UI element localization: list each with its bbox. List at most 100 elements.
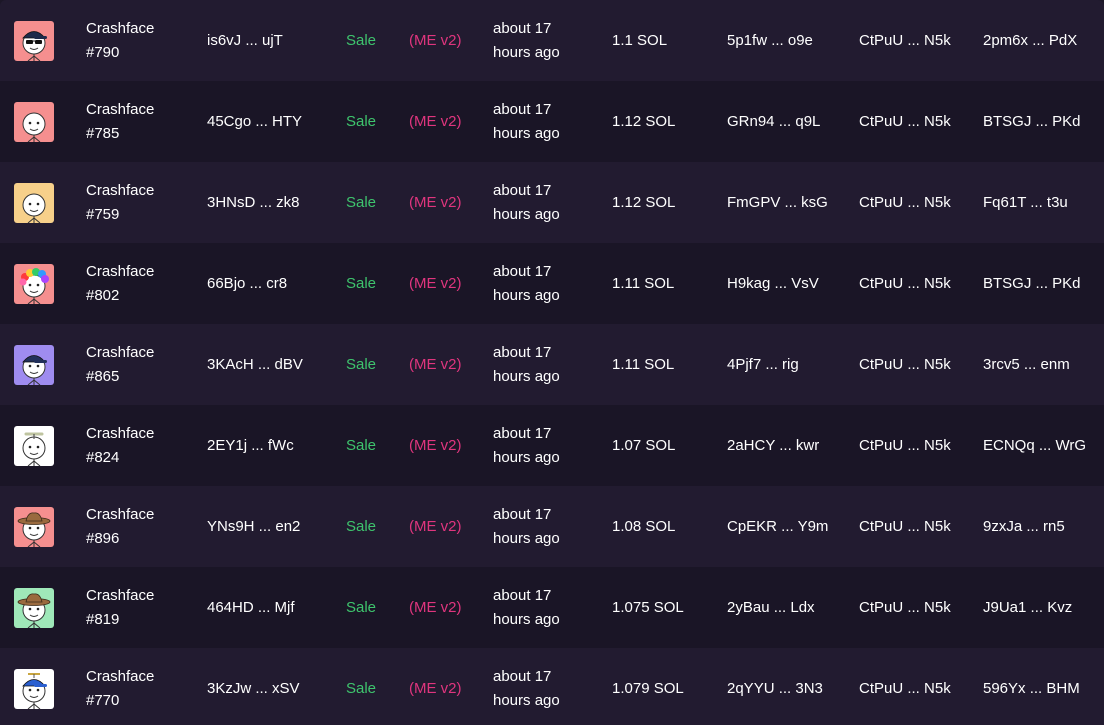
buyer-link[interactable]: 4Pjf7 ... rig (727, 324, 847, 405)
marketplace-label: (ME v2) (409, 355, 462, 373)
transaction-link[interactable]: 3HNsD ... zk8 (207, 162, 327, 243)
authority-link[interactable]: 3rcv5 ... enm (983, 324, 1101, 405)
buyer-link[interactable]: 5p1fw ... o9e (727, 0, 847, 81)
nft-thumbnail-image[interactable] (14, 263, 54, 304)
sales-table: Crashface #790 is6vJ ... ujT Sale (ME v2) abo… (0, 0, 1104, 725)
authority-link[interactable]: Fq61T ... t3u (983, 162, 1101, 243)
time-line-2: hours ago (493, 691, 560, 709)
transaction-link[interactable]: 2EY1j ... fWc (207, 405, 327, 486)
authority-link[interactable]: 2pm6x ... PdX (983, 0, 1101, 81)
nft-name[interactable]: Crashface (86, 179, 154, 203)
seller-link[interactable]: CtPuU ... N5k (859, 0, 969, 81)
transaction-link[interactable]: YNs9H ... en2 (207, 486, 327, 567)
nft-thumbnail-image[interactable] (14, 20, 54, 61)
seller-link[interactable]: CtPuU ... N5k (859, 486, 969, 567)
buyer-link[interactable]: 2yBau ... Ldx (727, 567, 847, 648)
nft-name[interactable]: Crashface (86, 341, 154, 365)
nft-name-cell[interactable]: Crashface #802 (86, 243, 186, 324)
nft-number[interactable]: #759 (86, 203, 154, 227)
nft-thumbnail-cell[interactable] (14, 81, 54, 162)
nft-number[interactable]: #790 (86, 41, 154, 65)
nft-name-cell[interactable]: Crashface #790 (86, 0, 186, 81)
authority-link[interactable]: ECNQq ... WrG (983, 405, 1101, 486)
buyer-link[interactable]: GRn94 ... q9L (727, 81, 847, 162)
seller-link[interactable]: CtPuU ... N5k (859, 405, 969, 486)
nft-number[interactable]: #770 (86, 689, 154, 713)
transaction-link[interactable]: 66Bjo ... cr8 (207, 243, 327, 324)
table-row[interactable]: Crashface #896 YNs9H ... en2 Sale (ME v2) abo… (0, 486, 1104, 567)
nft-name-cell[interactable]: Crashface #785 (86, 81, 186, 162)
table-row[interactable]: Crashface #790 is6vJ ... ujT Sale (ME v2) abo… (0, 0, 1104, 81)
table-row[interactable]: Crashface #824 2EY1j ... fWc Sale (ME v2) abo… (0, 405, 1104, 486)
time-cell: about 17 hours ago (493, 648, 593, 725)
nft-name-cell[interactable]: Crashface #824 (86, 405, 186, 486)
table-row[interactable]: Crashface #865 3KAcH ... dBV Sale (ME v2) abo… (0, 324, 1104, 405)
authority-link[interactable]: 9zxJa ... rn5 (983, 486, 1101, 567)
nft-name[interactable]: Crashface (86, 665, 154, 689)
nft-thumbnail-cell[interactable] (14, 648, 54, 725)
time-line-2: hours ago (493, 448, 560, 466)
nft-thumbnail-image[interactable] (14, 182, 54, 223)
nft-thumbnail-image[interactable] (14, 668, 54, 709)
table-row[interactable]: Crashface #785 45Cgo ... HTY Sale (ME v2) abo… (0, 81, 1104, 162)
transaction-link[interactable]: 3KzJw ... xSV (207, 648, 327, 725)
buyer-link[interactable]: FmGPV ... ksG (727, 162, 847, 243)
nft-thumbnail-cell[interactable] (14, 0, 54, 81)
nft-name-cell[interactable]: Crashface #819 (86, 567, 186, 648)
nft-name[interactable]: Crashface (86, 98, 154, 122)
nft-thumbnail-cell[interactable] (14, 162, 54, 243)
buyer-link[interactable]: 2aHCY ... kwr (727, 405, 847, 486)
seller-link[interactable]: CtPuU ... N5k (859, 324, 969, 405)
seller-link[interactable]: CtPuU ... N5k (859, 243, 969, 324)
nft-thumbnail-cell[interactable] (14, 567, 54, 648)
seller-link[interactable]: CtPuU ... N5k (859, 567, 969, 648)
nft-thumbnail-image[interactable] (14, 587, 54, 628)
nft-name-cell[interactable]: Crashface #759 (86, 162, 186, 243)
seller-link[interactable]: CtPuU ... N5k (859, 648, 969, 725)
nft-thumbnail-cell[interactable] (14, 405, 54, 486)
nft-thumbnail-image[interactable] (14, 425, 54, 466)
buyer-link[interactable]: H9kag ... VsV (727, 243, 847, 324)
seller-link[interactable]: CtPuU ... N5k (859, 81, 969, 162)
table-row[interactable]: Crashface #770 3KzJw ... xSV Sale (ME v2) abo… (0, 648, 1104, 725)
transaction-link[interactable]: 45Cgo ... HTY (207, 81, 327, 162)
marketplace-label: (ME v2) (409, 31, 462, 49)
nft-number[interactable]: #819 (86, 608, 154, 632)
nft-name[interactable]: Crashface (86, 503, 154, 527)
nft-thumbnail-cell[interactable] (14, 324, 54, 405)
table-row[interactable]: Crashface #759 3HNsD ... zk8 Sale (ME v2) abo… (0, 162, 1104, 243)
authority-link[interactable]: 596Yx ... BHM (983, 648, 1101, 725)
nft-thumbnail-cell[interactable] (14, 243, 54, 324)
time-line-1: about 17 (493, 343, 552, 361)
transaction-link[interactable]: 3KAcH ... dBV (207, 324, 327, 405)
nft-name-cell[interactable]: Crashface #896 (86, 486, 186, 567)
table-row[interactable]: Crashface #819 464HD ... Mjf Sale (ME v2) abo… (0, 567, 1104, 648)
nft-name-cell[interactable]: Crashface #770 (86, 648, 186, 725)
buyer-link[interactable]: 2qYYU ... 3N3 (727, 648, 847, 725)
authority-link[interactable]: BTSGJ ... PKd (983, 243, 1101, 324)
nft-thumbnail-image[interactable] (14, 506, 54, 547)
nft-number[interactable]: #865 (86, 365, 154, 389)
transaction-link[interactable]: is6vJ ... ujT (207, 0, 327, 81)
nft-number[interactable]: #785 (86, 122, 154, 146)
time-cell: about 17 hours ago (493, 486, 593, 567)
authority-link[interactable]: J9Ua1 ... Kvz (983, 567, 1101, 648)
nft-number[interactable]: #802 (86, 284, 154, 308)
authority-link[interactable]: BTSGJ ... PKd (983, 81, 1101, 162)
buyer-link[interactable]: CpEKR ... Y9m (727, 486, 847, 567)
table-row[interactable]: Crashface #802 66Bjo ... cr8 Sale (ME v2) abo… (0, 243, 1104, 324)
price: 1.11 SOL (612, 355, 675, 373)
nft-number[interactable]: #824 (86, 446, 154, 470)
seller-link[interactable]: CtPuU ... N5k (859, 162, 969, 243)
nft-thumbnail-image[interactable] (14, 344, 54, 385)
nft-name[interactable]: Crashface (86, 17, 154, 41)
nft-number[interactable]: #896 (86, 527, 154, 551)
nft-name[interactable]: Crashface (86, 422, 154, 446)
nft-name[interactable]: Crashface (86, 260, 154, 284)
nft-name[interactable]: Crashface (86, 584, 154, 608)
nft-thumbnail-image[interactable] (14, 101, 54, 142)
nft-name-cell[interactable]: Crashface #865 (86, 324, 186, 405)
transaction-link[interactable]: 464HD ... Mjf (207, 567, 327, 648)
transaction-type: Sale (346, 517, 377, 535)
nft-thumbnail-cell[interactable] (14, 486, 54, 567)
